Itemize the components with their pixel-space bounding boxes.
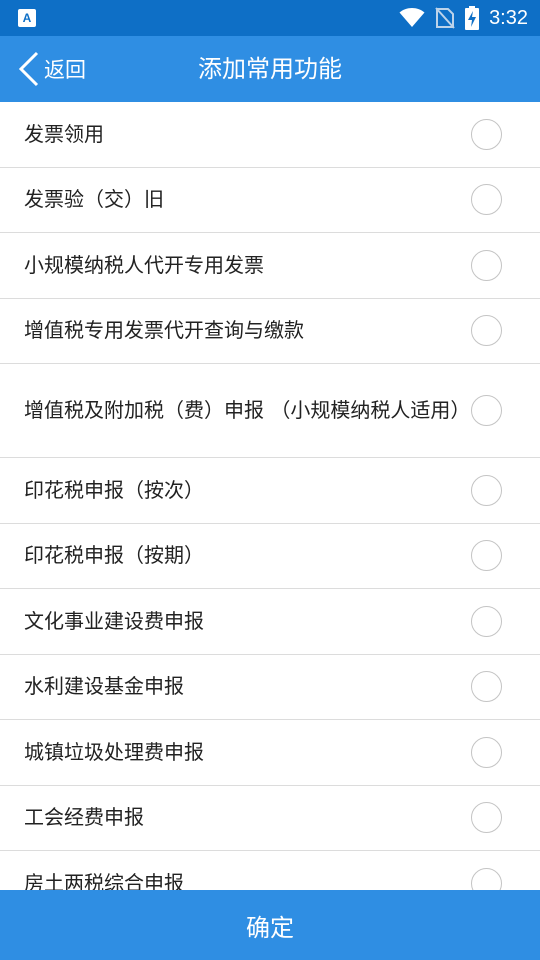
radio-button[interactable] bbox=[471, 540, 502, 572]
list-item[interactable]: 增值税专用发票代开查询与缴款 bbox=[0, 299, 540, 364]
item-label: 发票领用 bbox=[24, 121, 104, 146]
status-time: 3:32 bbox=[489, 6, 528, 29]
function-list[interactable]: 发票领用 发票验（交）旧 小规模纳税人代开专用发票 增值税专用发票代开查询与缴款… bbox=[0, 102, 540, 890]
list-item[interactable]: 发票验（交）旧 bbox=[0, 168, 540, 233]
list-item[interactable]: 工会经费申报 bbox=[0, 786, 540, 851]
item-label: 印花税申报（按次） bbox=[24, 477, 204, 502]
item-label: 工会经费申报 bbox=[24, 805, 144, 830]
back-label: 返回 bbox=[44, 58, 86, 82]
radio-button[interactable] bbox=[471, 671, 502, 703]
confirm-button[interactable]: 确定 bbox=[0, 890, 540, 960]
list-item[interactable]: 房土两税综合申报 bbox=[0, 851, 540, 890]
list-item[interactable]: 发票领用 bbox=[0, 102, 540, 168]
list-item[interactable]: 小规模纳税人代开专用发票 bbox=[0, 233, 540, 299]
list-item[interactable]: 水利建设基金申报 bbox=[0, 655, 540, 720]
radio-button[interactable] bbox=[471, 605, 502, 637]
list-item[interactable]: 城镇垃圾处理费申报 bbox=[0, 720, 540, 786]
radio-button[interactable] bbox=[471, 118, 502, 150]
radio-button[interactable] bbox=[471, 474, 502, 506]
item-label: 小规模纳税人代开专用发票 bbox=[24, 252, 264, 277]
list-item[interactable]: 印花税申报（按次） bbox=[0, 458, 540, 524]
item-label: 文化事业建设费申报 bbox=[24, 608, 204, 633]
radio-button[interactable] bbox=[471, 802, 502, 834]
list-item[interactable]: 增值税及附加税（费）申报 （小规模纳税人适用） bbox=[0, 364, 540, 458]
radio-button[interactable] bbox=[471, 315, 502, 347]
radio-button[interactable] bbox=[471, 184, 502, 216]
radio-button[interactable] bbox=[471, 395, 502, 426]
confirm-label: 确定 bbox=[246, 913, 294, 942]
item-label: 房土两税综合申报 bbox=[24, 870, 184, 890]
no-sim-icon bbox=[435, 7, 455, 29]
item-label: 城镇垃圾处理费申报 bbox=[24, 739, 204, 764]
item-label: 增值税及附加税（费）申报 （小规模纳税人适用） bbox=[24, 398, 471, 422]
app-bar: 返回 添加常用功能 bbox=[0, 36, 540, 102]
radio-button[interactable] bbox=[471, 736, 502, 768]
item-label: 发票验（交）旧 bbox=[24, 187, 164, 212]
chevron-left-icon bbox=[18, 51, 39, 87]
list-item[interactable]: 文化事业建设费申报 bbox=[0, 589, 540, 655]
item-label: 水利建设基金申报 bbox=[24, 674, 184, 699]
battery-charging-icon bbox=[465, 6, 480, 30]
back-button[interactable]: 返回 bbox=[18, 36, 86, 102]
list-item[interactable]: 印花税申报（按期） bbox=[0, 524, 540, 589]
app-notification-icon: A bbox=[18, 9, 36, 27]
wifi-icon bbox=[399, 8, 425, 27]
radio-button[interactable] bbox=[471, 867, 502, 890]
radio-button[interactable] bbox=[471, 249, 502, 281]
item-label: 印花税申报（按期） bbox=[24, 543, 204, 568]
status-bar: A 3:32 bbox=[0, 0, 540, 36]
item-label: 增值税专用发票代开查询与缴款 bbox=[24, 318, 304, 343]
